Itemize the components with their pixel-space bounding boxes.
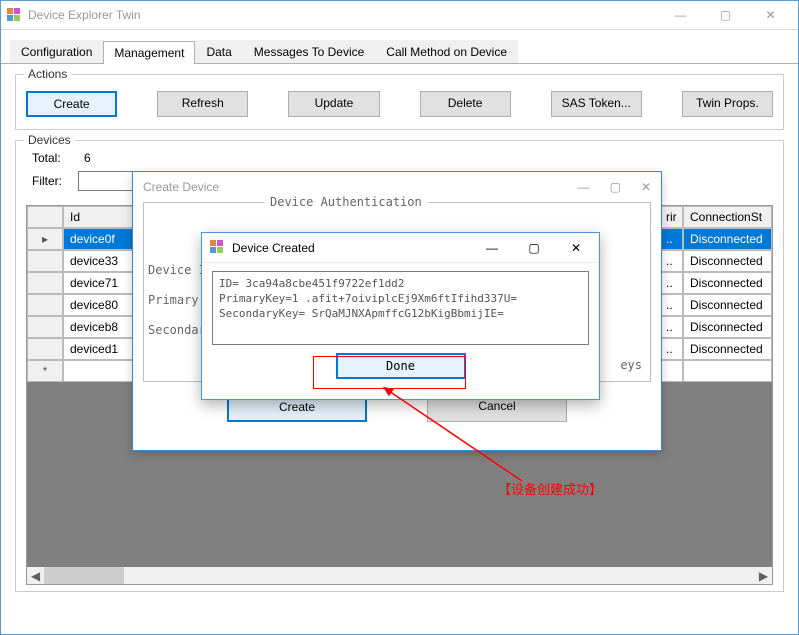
minimize-icon[interactable]: — bbox=[658, 1, 703, 29]
dlg1-close-icon[interactable]: ✕ bbox=[641, 180, 651, 194]
primary-label: Primary bbox=[148, 293, 199, 307]
col-rir[interactable]: rir bbox=[659, 206, 683, 228]
filter-label: Filter: bbox=[32, 174, 78, 188]
created-dialog-title: Device Created bbox=[232, 241, 315, 255]
maximize-icon[interactable]: ▢ bbox=[703, 1, 748, 29]
window-title: Device Explorer Twin bbox=[28, 8, 141, 22]
horizontal-scrollbar[interactable]: ◀ ▶ bbox=[27, 567, 772, 584]
close-icon[interactable]: ✕ bbox=[748, 1, 793, 29]
device-created-dialog: Device Created — ▢ ✕ ID= 3ca94a8cbe451f9… bbox=[201, 232, 600, 400]
actions-group: Actions Create Refresh Update Delete SAS… bbox=[15, 74, 784, 130]
dlg2-close-icon[interactable]: ✕ bbox=[561, 241, 591, 255]
actions-legend: Actions bbox=[24, 67, 71, 81]
titlebar: Device Explorer Twin — ▢ ✕ bbox=[0, 0, 799, 30]
tab-configuration[interactable]: Configuration bbox=[10, 40, 103, 63]
col-connection[interactable]: ConnectionSt bbox=[683, 206, 772, 228]
tab-call-method[interactable]: Call Method on Device bbox=[375, 40, 518, 63]
create-button[interactable]: Create bbox=[26, 91, 117, 117]
app-icon bbox=[6, 7, 22, 23]
scroll-left-icon[interactable]: ◀ bbox=[27, 567, 44, 584]
delete-button[interactable]: Delete bbox=[420, 91, 511, 117]
dlg2-minimize-icon[interactable]: — bbox=[477, 241, 507, 255]
scroll-right-icon[interactable]: ▶ bbox=[755, 567, 772, 584]
created-textbox[interactable]: ID= 3ca94a8cbe451f9722ef1dd2 PrimaryKey=… bbox=[212, 271, 589, 345]
twin-props-button[interactable]: Twin Props. bbox=[682, 91, 773, 117]
scroll-thumb[interactable] bbox=[44, 567, 124, 584]
tab-messages[interactable]: Messages To Device bbox=[243, 40, 376, 63]
done-button[interactable]: Done bbox=[336, 353, 466, 379]
keys-hint: eys bbox=[620, 358, 642, 372]
dlg1-minimize-icon[interactable]: — bbox=[578, 180, 590, 194]
total-value: 6 bbox=[84, 151, 91, 165]
auth-legend: Device Authentication bbox=[264, 195, 428, 209]
create-dialog-title: Create Device bbox=[143, 180, 219, 194]
update-button[interactable]: Update bbox=[288, 91, 379, 117]
annotation-label: 【设备创建成功】 bbox=[498, 479, 602, 498]
secondary-label: Secondar bbox=[148, 323, 206, 337]
sas-token-button[interactable]: SAS Token... bbox=[551, 91, 642, 117]
dlg2-maximize-icon[interactable]: ▢ bbox=[519, 241, 549, 255]
total-label: Total: bbox=[32, 151, 78, 165]
dlg2-app-icon bbox=[210, 240, 226, 256]
tab-bar: Configuration Management Data Messages T… bbox=[0, 30, 799, 64]
devices-legend: Devices bbox=[24, 133, 75, 147]
tab-management[interactable]: Management bbox=[103, 41, 195, 64]
dlg1-maximize-icon[interactable]: ▢ bbox=[610, 180, 621, 194]
device-id-label: Device I bbox=[148, 263, 206, 277]
tab-data[interactable]: Data bbox=[195, 40, 242, 63]
col-selector[interactable] bbox=[27, 206, 63, 228]
refresh-button[interactable]: Refresh bbox=[157, 91, 248, 117]
